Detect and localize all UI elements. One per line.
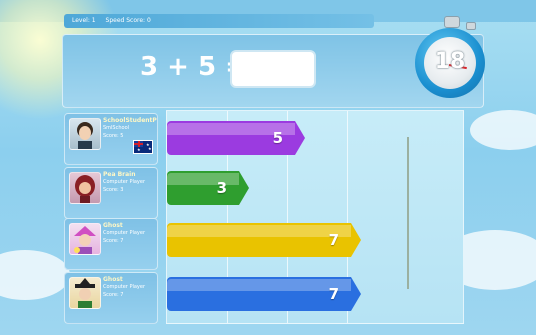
stopwatch: 18 — [412, 16, 488, 106]
player-card: Ghost Computer Player Score: 7 — [64, 272, 158, 324]
ghost-witch-avatar-icon — [75, 278, 95, 308]
score-bar: 3 — [167, 171, 249, 205]
cloud — [470, 110, 536, 150]
bar-gloss — [167, 123, 295, 135]
score-bar: 5 — [167, 121, 305, 155]
cloud — [0, 250, 70, 300]
player-card: SchoolStudentP SmlSchool Score: 5 ★ ★ ★ — [64, 113, 158, 165]
player-card: Ghost Computer Player Score: 7 — [64, 218, 158, 270]
bar-arrow-tip — [351, 277, 361, 311]
player-score: Score: 7 — [103, 238, 124, 244]
player-name: Pea Brain — [103, 171, 136, 178]
player-name: Ghost — [103, 222, 123, 229]
australia-flag-icon: ★ ★ ★ — [133, 140, 153, 154]
bar-gloss — [167, 225, 351, 237]
ghost-avatar-icon — [74, 226, 96, 254]
score-bar: 7 — [167, 277, 361, 311]
player-score: Score: 5 — [103, 133, 124, 139]
answer-input[interactable] — [230, 50, 316, 88]
bar-arrow-tip — [351, 223, 361, 257]
avatar-pea-brain — [69, 172, 101, 204]
bar-gloss — [167, 173, 239, 185]
student-avatar-icon — [77, 122, 93, 149]
player-type: SmlSchool — [103, 125, 130, 131]
stopwatch-side-button-icon — [466, 22, 476, 30]
level-label: Level: 1 — [72, 17, 96, 24]
timer-seconds: 18 — [434, 49, 466, 74]
speed-score-label: Speed Score: 0 — [105, 17, 151, 24]
player-score: Score: 3 — [103, 187, 124, 193]
player-card: Pea Brain Computer Player Score: 3 — [64, 167, 158, 219]
game-screen: Level: 1 Speed Score: 0 3 + 5 = 18 Schoo… — [0, 0, 536, 335]
status-text: Level: 1 Speed Score: 0 — [72, 17, 159, 24]
player-score: Score: 7 — [103, 292, 124, 298]
player-type: Computer Player — [103, 284, 146, 290]
score-bar: 7 — [167, 223, 361, 257]
avatar-ghost-2 — [69, 277, 101, 309]
race-track: 5 3 7 7 — [166, 110, 464, 324]
player-type: Computer Player — [103, 230, 146, 236]
pea-brain-avatar-icon — [75, 175, 95, 203]
player-type: Computer Player — [103, 179, 146, 185]
finish-line — [407, 137, 409, 289]
bar-arrow-tip — [295, 121, 305, 155]
player-name: SchoolStudentP — [103, 117, 157, 124]
bar-gloss — [167, 279, 351, 291]
stopwatch-button-icon — [444, 16, 460, 28]
avatar-student — [69, 118, 101, 150]
player-name: Ghost — [103, 276, 123, 283]
bar-arrow-tip — [239, 171, 249, 205]
avatar-ghost-1 — [69, 223, 101, 255]
